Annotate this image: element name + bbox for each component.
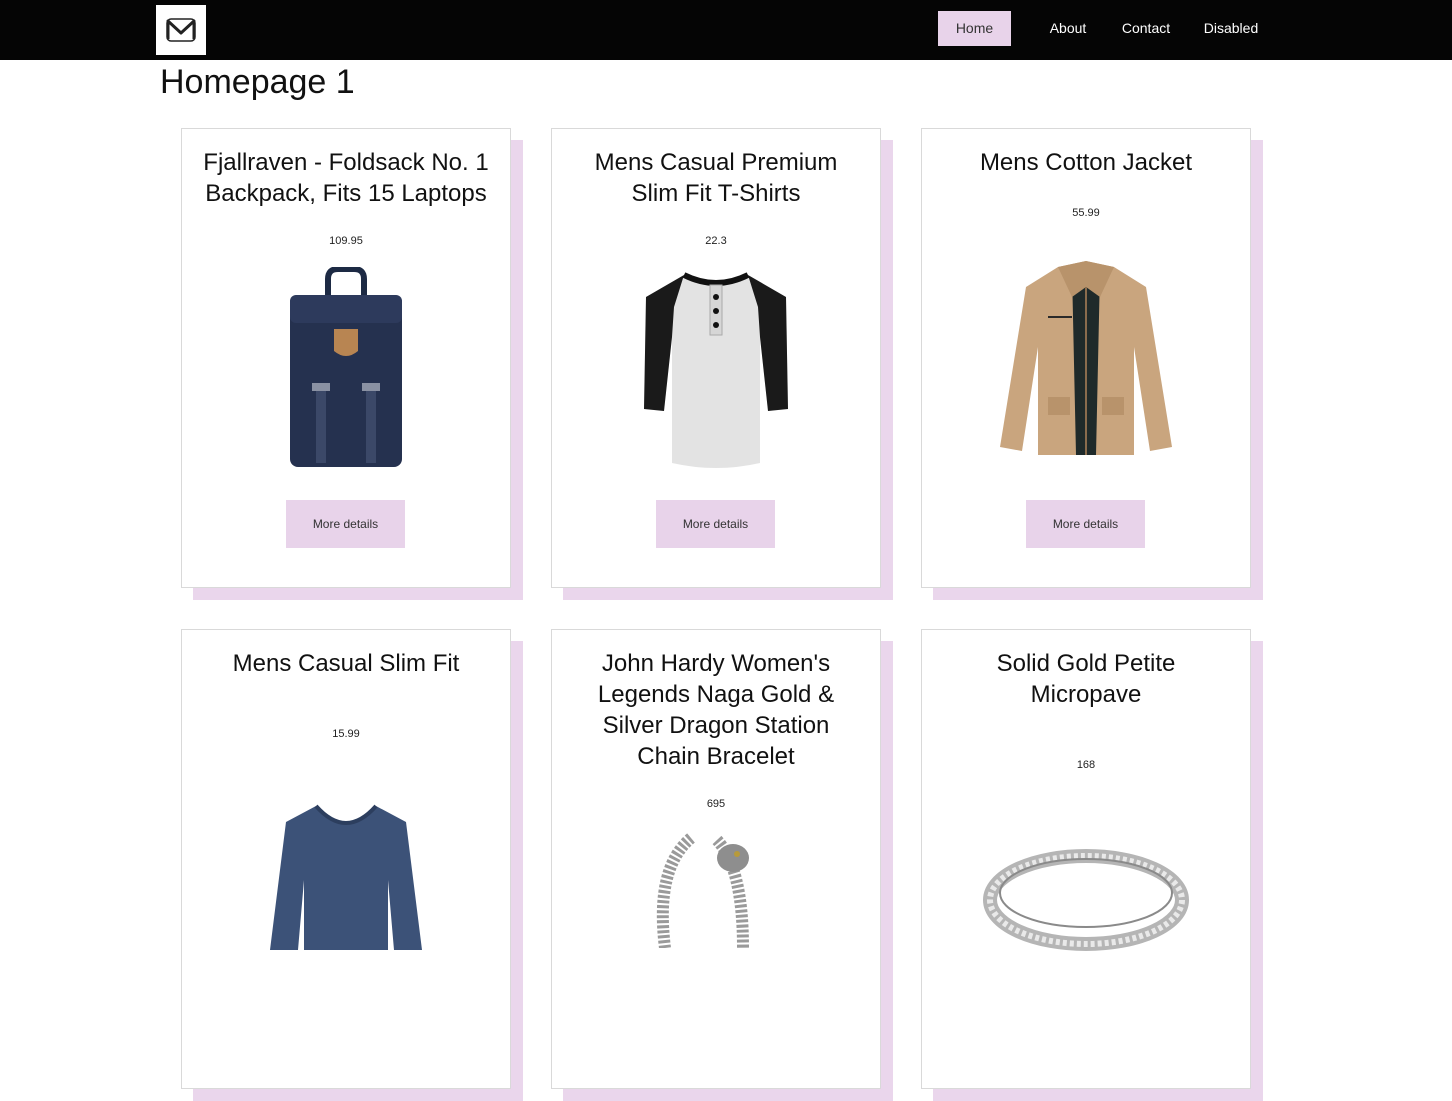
ring-icon bbox=[983, 849, 1189, 951]
page-title: Homepage 1 bbox=[160, 63, 355, 101]
product-price: 168 bbox=[1076, 759, 1096, 771]
navbar: Home About Contact Disabled bbox=[0, 0, 1452, 60]
bracelet-icon bbox=[656, 833, 749, 948]
product-image bbox=[651, 828, 781, 948]
card-body: Mens Cotton Jacket 55.99 More details bbox=[921, 128, 1251, 588]
product-image bbox=[266, 800, 426, 950]
card-body: John Hardy Women's Legends Naga Gold & S… bbox=[551, 629, 881, 1089]
more-details-button[interactable]: More details bbox=[286, 500, 405, 548]
product-title: Solid Gold Petite Micropave bbox=[996, 650, 1176, 708]
product-title: John Hardy Women's Legends Naga Gold & S… bbox=[597, 650, 835, 770]
tshirt-icon bbox=[644, 272, 788, 468]
product-price: 22.3 bbox=[705, 235, 727, 247]
product-price: 15.99 bbox=[332, 728, 360, 740]
nav-disabled[interactable]: Disabled bbox=[1198, 11, 1264, 46]
product-title: Fjallraven - Foldsack No. 1 Backpack, Fi… bbox=[203, 149, 489, 207]
card-body: Fjallraven - Foldsack No. 1 Backpack, Fi… bbox=[181, 128, 511, 588]
product-image bbox=[636, 267, 796, 472]
backpack-icon bbox=[290, 267, 402, 467]
product-title: Mens Casual Slim Fit bbox=[232, 650, 460, 677]
card-body: Solid Gold Petite Micropave 168 bbox=[921, 629, 1251, 1089]
card-body: Mens Casual Slim Fit 15.99 bbox=[181, 629, 511, 1089]
more-details-button[interactable]: More details bbox=[1026, 500, 1145, 548]
logo-icon bbox=[166, 18, 196, 42]
jacket-icon bbox=[1000, 261, 1172, 455]
product-price: 109.95 bbox=[329, 235, 363, 247]
nav-contact[interactable]: Contact bbox=[1115, 11, 1177, 46]
nav-about[interactable]: About bbox=[1040, 11, 1096, 46]
more-details-button[interactable]: More details bbox=[656, 500, 775, 548]
product-price: 695 bbox=[706, 798, 726, 810]
logo[interactable] bbox=[156, 5, 206, 55]
card-body: Mens Casual Premium Slim Fit T-Shirts 22… bbox=[551, 128, 881, 588]
product-title: Mens Cotton Jacket bbox=[979, 149, 1193, 176]
product-title: Mens Casual Premium Slim Fit T-Shirts bbox=[594, 149, 838, 207]
nav-home[interactable]: Home bbox=[938, 11, 1011, 46]
long-sleeve-shirt-icon bbox=[270, 804, 422, 950]
product-image bbox=[271, 267, 421, 472]
product-image bbox=[996, 257, 1176, 462]
product-image bbox=[981, 845, 1191, 955]
product-price: 55.99 bbox=[1072, 207, 1100, 219]
